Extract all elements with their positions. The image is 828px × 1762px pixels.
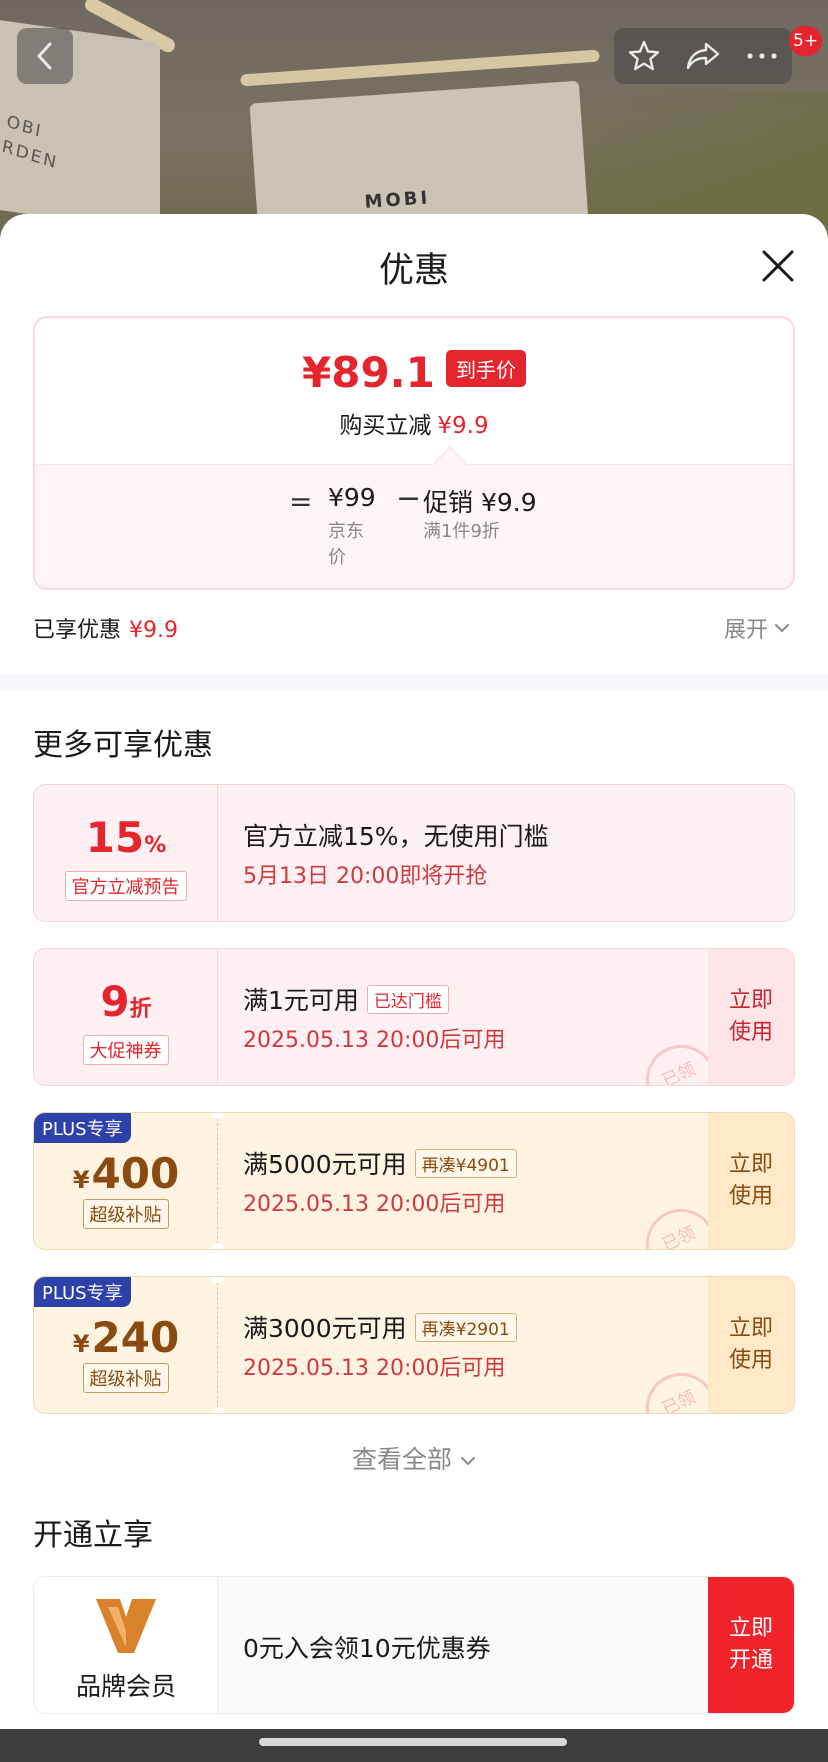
close-button[interactable] [756, 244, 800, 288]
remaining-amount-tag: 再凑¥2901 [414, 1312, 517, 1342]
coupon-value: 15% [34, 813, 218, 862]
promo-label: 满1件9折 [423, 521, 500, 542]
view-all-button[interactable]: 查看全部 [0, 1440, 828, 1476]
membership-offer: 0元入会领10元优惠券 [243, 1634, 491, 1663]
coupon-title: 满3000元可用 再凑¥2901 [243, 1309, 517, 1345]
star-icon [628, 40, 659, 71]
view-all-label: 查看全部 [352, 1445, 453, 1474]
base-price: ¥99 [328, 483, 376, 512]
discount-sheet: 优惠 ¥89.1 到手价 购买立减 ¥9.9 = ¥99 京东 价 − 促销 ¥9… [0, 214, 828, 1739]
join-now-button[interactable]: 立即 开通 [708, 1577, 794, 1713]
sheet-title: 优惠 [378, 251, 449, 291]
expand-label: 展开 [724, 618, 769, 643]
enjoyed-amount: ¥9.9 [129, 618, 178, 643]
coupon-time: 5月13日 20:00即将开抢 [243, 864, 488, 889]
coupon-discount-90: 9折 大促神券 满1元可用 已达门槛 2025.05.13 20:00后可用 已领… [33, 948, 795, 1086]
chevron-down-icon [775, 624, 790, 633]
membership-brand-name: 品牌会员 [75, 1672, 176, 1701]
coupon-value-area: 9折 大促神券 [34, 949, 218, 1085]
more-button[interactable] [737, 31, 787, 81]
coupon-title-text: 满1元可用 [243, 986, 359, 1015]
enjoyed-discount: 已享优惠 ¥9.9 [33, 612, 178, 644]
coupon-title-text: 满3000元可用 [243, 1314, 407, 1343]
brand-membership-card: 品牌会员 0元入会领10元优惠券 立即 开通 [33, 1576, 795, 1714]
coupon-title: 满1元可用 已达门槛 [243, 981, 449, 1017]
chair-center-frame [240, 49, 600, 87]
coupon-title: 满5000元可用 再凑¥4901 [243, 1145, 517, 1181]
base-price-label: 京东 价 [328, 521, 364, 568]
coupon-time: 2025.05.13 20:00后可用 [243, 1356, 506, 1381]
enjoyed-label: 已享优惠 [33, 618, 122, 643]
reduce-amount: ¥9.9 [437, 413, 489, 439]
close-icon [762, 250, 794, 282]
coupon-tag: 超级补贴 [82, 1363, 169, 1393]
coupon-notch [211, 1407, 225, 1413]
coupon-value-number: 400 [91, 1149, 180, 1198]
reduce-label: 购买立减 [339, 413, 432, 439]
coupon-tag: 大促神券 [82, 1035, 169, 1065]
remaining-amount-tag: 再凑¥4901 [414, 1148, 517, 1178]
more-dots-icon [747, 53, 777, 59]
reduce-row: 购买立减 ¥9.9 [35, 406, 793, 440]
coupon-value-unit: 折 [129, 997, 152, 1022]
top-actions [614, 28, 792, 84]
chair-left-brand: OBI RDEN [0, 111, 60, 174]
coupon-tag: 超级补贴 [82, 1199, 169, 1229]
coupon-tag: 官方立减预告 [64, 871, 187, 901]
chair-center-brand: MOBI [363, 187, 431, 213]
coupon-plus-240: ¥240 超级补贴 PLUS专享 满3000元可用 再凑¥2901 2025.05… [33, 1276, 795, 1414]
share-button[interactable] [678, 31, 728, 81]
coupon-official-reduction: 15% 官方立减预告 官方立减15%，无使用门槛 5月13日 20:00即将开抢 [33, 784, 795, 922]
coupon-value-number: 240 [91, 1313, 180, 1362]
final-price-tag: 到手价 [445, 350, 526, 387]
favorite-button[interactable] [619, 31, 669, 81]
threshold-reached-tag: 已达门槛 [366, 984, 449, 1014]
coupon-value: ¥240 [34, 1313, 218, 1362]
coupon-time: 2025.05.13 20:00后可用 [243, 1028, 506, 1053]
chevron-down-icon [460, 1457, 475, 1466]
brand-logo-icon [96, 1599, 156, 1653]
coupon-time: 2025.05.13 20:00后可用 [243, 1192, 506, 1217]
coupon-value: ¥400 [34, 1149, 218, 1198]
price-summary-top: ¥89.1 到手价 购买立减 ¥9.9 [35, 318, 793, 464]
use-now-button[interactable]: 立即 使用 [708, 1277, 794, 1413]
home-indicator[interactable] [259, 1738, 567, 1746]
coupon-value-unit: % [144, 833, 167, 858]
coupon-title-text: 满5000元可用 [243, 1150, 407, 1179]
use-now-button[interactable]: 立即 使用 [708, 949, 794, 1085]
message-badge: 5+ [789, 26, 823, 56]
expand-button[interactable]: 展开 [724, 612, 790, 644]
plus-badge: PLUS专享 [34, 1277, 131, 1307]
coupon-currency: ¥ [72, 1166, 90, 1194]
more-discounts-title: 更多可享优惠 [33, 728, 213, 763]
use-now-button[interactable]: 立即 使用 [708, 1113, 794, 1249]
coupon-currency: ¥ [72, 1330, 90, 1358]
coupon-value: 9折 [34, 977, 218, 1026]
membership-title: 开通立享 [33, 1518, 153, 1553]
coupon-value-number: 9 [100, 977, 130, 1026]
promo-value: 促销 ¥9.9 [423, 488, 537, 517]
coupon-value-number: 15 [85, 813, 145, 862]
coupon-title: 官方立减15%，无使用门槛 [243, 817, 549, 853]
back-button[interactable] [17, 28, 73, 84]
price-summary-card: ¥89.1 到手价 购买立减 ¥9.9 = ¥99 京东 价 − 促销 ¥9.9 … [33, 316, 795, 590]
final-price: ¥89.1 [302, 348, 435, 397]
price-breakdown: = ¥99 京东 价 − 促销 ¥9.9 满1件9折 [35, 464, 793, 588]
membership-brand-area: 品牌会员 [34, 1577, 218, 1713]
chevron-left-icon [37, 42, 52, 70]
plus-badge: PLUS专享 [34, 1113, 131, 1143]
coupon-title-text: 官方立减15%，无使用门槛 [243, 822, 549, 851]
section-divider [0, 674, 828, 690]
minus-sign: − [396, 481, 422, 516]
final-price-row: ¥89.1 到手价 [35, 348, 793, 397]
share-icon [686, 42, 720, 70]
coupon-notch [211, 1243, 225, 1249]
coupon-plus-400: ¥400 超级补贴 PLUS专享 满5000元可用 再凑¥4901 2025.05… [33, 1112, 795, 1250]
equals-sign: = [289, 485, 313, 518]
coupon-value-area: 15% 官方立减预告 [34, 785, 218, 921]
